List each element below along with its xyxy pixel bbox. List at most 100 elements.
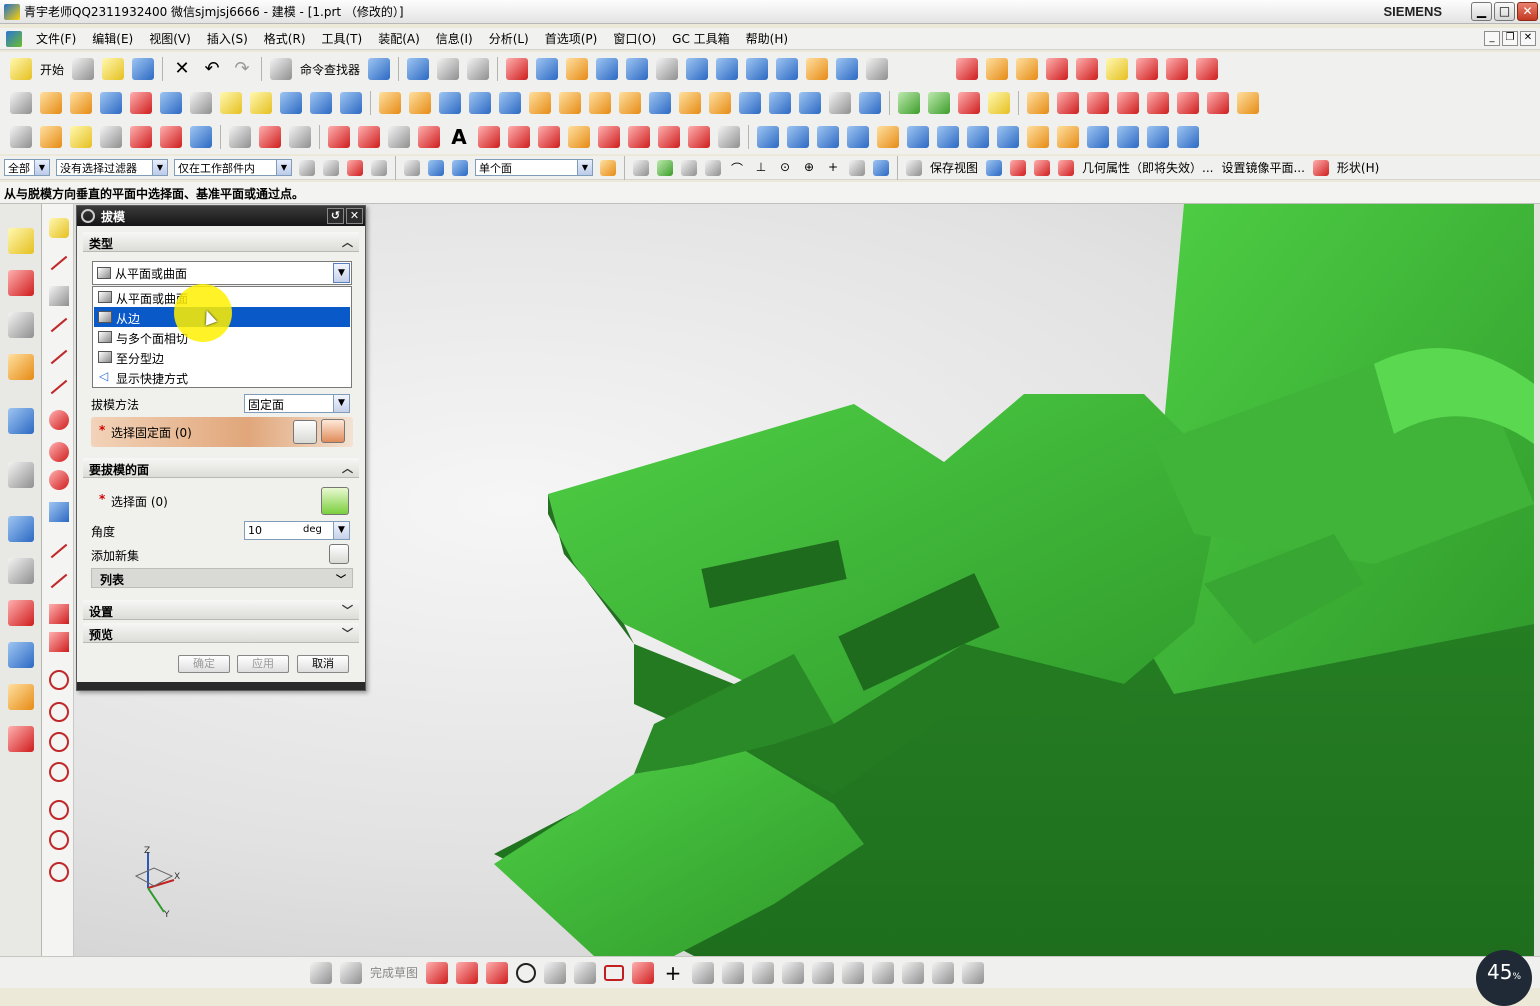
viewport-scrollbar[interactable] xyxy=(1534,204,1540,956)
curve-icon-4[interactable] xyxy=(568,126,590,148)
chamfer-icon[interactable] xyxy=(559,92,581,114)
surface-icon-7[interactable] xyxy=(937,126,959,148)
arrow-right-icon[interactable] xyxy=(600,159,616,176)
revolve-icon[interactable] xyxy=(70,92,92,114)
minimize-button[interactable]: ▁ xyxy=(1471,2,1492,21)
system-scenes-icon[interactable] xyxy=(8,642,34,668)
circle-center-icon[interactable] xyxy=(49,702,69,722)
assembly-icon-5[interactable] xyxy=(1076,58,1099,80)
assembly-icon-4[interactable] xyxy=(1046,58,1069,80)
circle-tool-icon[interactable] xyxy=(49,670,69,690)
table-icon[interactable] xyxy=(10,126,32,148)
assembly-icon-9[interactable] xyxy=(1196,58,1219,80)
offset-face-icon[interactable] xyxy=(589,92,611,114)
pan-icon[interactable] xyxy=(626,58,649,80)
selection-filter-combo[interactable]: 没有选择过滤器 ▼ xyxy=(56,159,168,176)
curve-icon-6[interactable] xyxy=(628,126,650,148)
select-multiple-icon[interactable] xyxy=(347,159,363,176)
curve-tool-1-icon[interactable] xyxy=(1027,92,1049,114)
text-icon[interactable]: A xyxy=(448,126,470,148)
line-tool-icon[interactable] xyxy=(50,255,68,271)
polyline-icon[interactable] xyxy=(418,126,440,148)
curve-icon-1[interactable] xyxy=(478,126,500,148)
reset-icon[interactable]: ↺ xyxy=(327,208,344,224)
shape-icon[interactable] xyxy=(1312,159,1329,176)
command-finder-icon[interactable] xyxy=(270,58,293,80)
geometry-props-icon[interactable] xyxy=(1058,159,1075,176)
subtract-icon[interactable] xyxy=(409,92,431,114)
surface-icon-5[interactable] xyxy=(877,126,899,148)
circle-three-point-icon[interactable] xyxy=(49,732,69,752)
curve-tool-6-icon[interactable] xyxy=(1177,92,1199,114)
curve-tool-5-icon[interactable] xyxy=(1147,92,1169,114)
select-face-plane-icon[interactable] xyxy=(321,419,345,443)
curve-icon-9[interactable] xyxy=(718,126,740,148)
cube-tool-icon[interactable] xyxy=(49,502,69,522)
surface-icon-6[interactable] xyxy=(907,126,929,148)
save-view-button[interactable]: 保存视图 xyxy=(930,159,978,176)
polygon-bottom-icon[interactable] xyxy=(632,961,655,984)
measure-icon[interactable] xyxy=(467,58,490,80)
reuse-library-icon[interactable] xyxy=(8,354,34,380)
select-features-icon[interactable] xyxy=(299,159,315,176)
background-icon[interactable] xyxy=(836,58,859,80)
section-icon[interactable] xyxy=(806,58,829,80)
menu-insert[interactable]: 插入(S) xyxy=(199,30,256,47)
coordinate-icon[interactable] xyxy=(259,126,281,148)
move-icon[interactable] xyxy=(130,126,152,148)
roles-icon[interactable] xyxy=(8,600,34,626)
curve-tool-8-icon[interactable] xyxy=(1237,92,1259,114)
tube-icon[interactable] xyxy=(220,92,242,114)
surface-icon-11[interactable] xyxy=(1057,126,1079,148)
trim-icon[interactable] xyxy=(49,632,69,652)
chamfer-bottom-icon[interactable] xyxy=(574,961,597,984)
snap-quadrant-icon[interactable]: ⊕ xyxy=(801,160,817,176)
split-body-icon[interactable] xyxy=(649,92,671,114)
sphere-icon[interactable] xyxy=(250,92,272,114)
pattern-icon[interactable] xyxy=(679,92,701,114)
extend-bottom-icon[interactable] xyxy=(752,961,775,984)
draft-method-combo[interactable]: 固定面 ▼ xyxy=(244,394,350,413)
nx5-icon[interactable] xyxy=(130,92,152,114)
profile-bottom-icon[interactable] xyxy=(426,961,449,984)
menu-format[interactable]: 格式(R) xyxy=(256,30,314,47)
curve-tool-3-icon[interactable] xyxy=(1087,92,1109,114)
pattern-bottom-icon[interactable] xyxy=(902,961,925,984)
menu-analysis[interactable]: 分析(L) xyxy=(481,30,537,47)
view-front-icon[interactable] xyxy=(716,58,739,80)
curve-icon-3[interactable] xyxy=(538,126,560,148)
delete-icon[interactable] xyxy=(160,126,182,148)
transform-icon[interactable] xyxy=(437,58,460,80)
offset-bottom-icon[interactable] xyxy=(692,961,715,984)
tangent-line-icon[interactable] xyxy=(50,379,68,395)
block-icon[interactable] xyxy=(160,92,182,114)
selection-scope-combo[interactable]: 仅在工作部件内 ▼ xyxy=(174,159,292,176)
arc-tangent-icon[interactable] xyxy=(49,442,69,462)
settings-group-header[interactable]: 设置 ﹀ xyxy=(83,600,359,620)
select-box-icon[interactable] xyxy=(404,159,420,176)
snap-point-icon[interactable]: + xyxy=(825,160,841,176)
start-icon[interactable] xyxy=(10,58,32,80)
point-tool-icon[interactable] xyxy=(49,800,69,820)
mdi-restore-button[interactable]: ❐ xyxy=(1502,31,1518,46)
ok-button[interactable]: 确定 xyxy=(178,655,230,673)
chevron-down-icon[interactable]: ▼ xyxy=(333,522,349,539)
menu-view[interactable]: 视图(V) xyxy=(141,30,199,47)
snap-on-face-icon[interactable] xyxy=(873,159,889,176)
view-tool-icon-1[interactable] xyxy=(986,159,1003,176)
fillet-icon[interactable] xyxy=(50,543,68,559)
surface-icon-8[interactable] xyxy=(967,126,989,148)
assembly-icon-3[interactable] xyxy=(1016,58,1039,80)
dialog-close-icon[interactable]: ✕ xyxy=(346,208,363,224)
web-browser-icon[interactable] xyxy=(8,462,34,488)
circle-tangent-icon[interactable] xyxy=(49,762,69,782)
mdi-close-button[interactable]: ✕ xyxy=(1520,31,1536,46)
perpendicular-line-icon[interactable] xyxy=(50,349,68,365)
maximize-button[interactable]: □ xyxy=(1494,2,1515,21)
apply-button[interactable]: 应用 xyxy=(237,655,289,673)
curve-icon-7[interactable] xyxy=(658,126,680,148)
edge-blend-icon[interactable] xyxy=(529,92,551,114)
curve-tool-4-icon[interactable] xyxy=(1117,92,1139,114)
arc-icon[interactable] xyxy=(358,126,380,148)
suppress-icon[interactable] xyxy=(190,126,212,148)
